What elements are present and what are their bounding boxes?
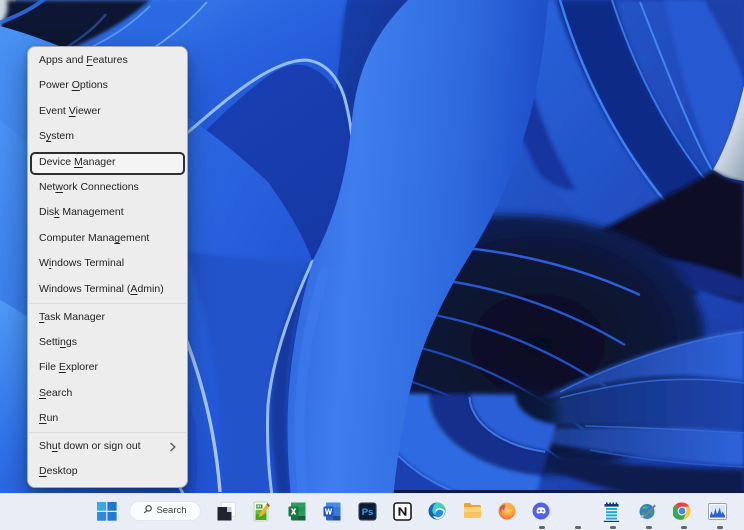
svg-text:Ps: Ps: [361, 507, 373, 518]
